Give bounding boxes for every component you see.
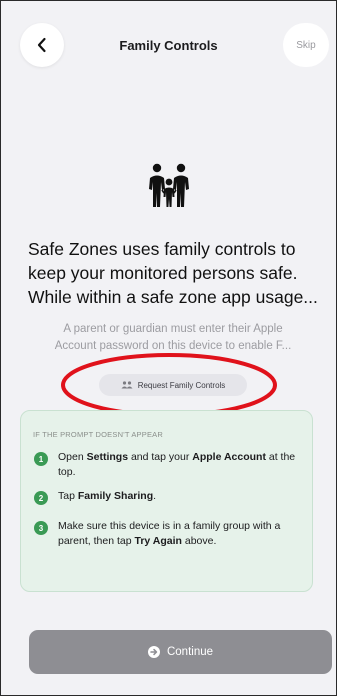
- subtitle-line: Account password on this device to enabl…: [54, 340, 292, 352]
- step-text: Make sure this device is in a family gro…: [58, 520, 281, 547]
- skip-button[interactable]: Skip: [283, 23, 329, 67]
- help-heading: IF THE PROMPT DOESN'T APPEAR: [33, 430, 163, 439]
- step-number-badge: 1: [34, 452, 48, 466]
- headline: Safe Zones uses family controls to keep …: [28, 237, 318, 309]
- continue-label: Continue: [166, 646, 214, 658]
- subtitle: A parent or guardian must enter their Ap…: [31, 321, 315, 355]
- step-number-badge: 3: [34, 521, 48, 535]
- step-text: Open Settings and tap your Apple Account…: [58, 451, 296, 478]
- step-text: Tap Family Sharing.: [58, 490, 157, 502]
- help-box: IF THE PROMPT DOESN'T APPEAR 1 Open Sett…: [20, 410, 313, 592]
- family-icon: [149, 163, 189, 207]
- request-button-label: Request Family Controls: [137, 380, 226, 390]
- headline-line: Safe Zones uses family controls to: [28, 239, 296, 259]
- arrow-circle-right-icon: [147, 646, 160, 658]
- people-icon: [121, 381, 133, 389]
- request-family-controls-button[interactable]: Request Family Controls: [99, 374, 247, 396]
- continue-button[interactable]: Continue: [29, 630, 332, 674]
- headline-line: While within a safe zone app usage...: [28, 287, 318, 307]
- headline-line: keep your monitored persons safe.: [28, 263, 298, 283]
- step-number-badge: 2: [34, 491, 48, 505]
- screen-frame: Family Controls Skip Safe Zones uses fam…: [0, 0, 337, 696]
- subtitle-line: A parent or guardian must enter their Ap…: [63, 323, 283, 335]
